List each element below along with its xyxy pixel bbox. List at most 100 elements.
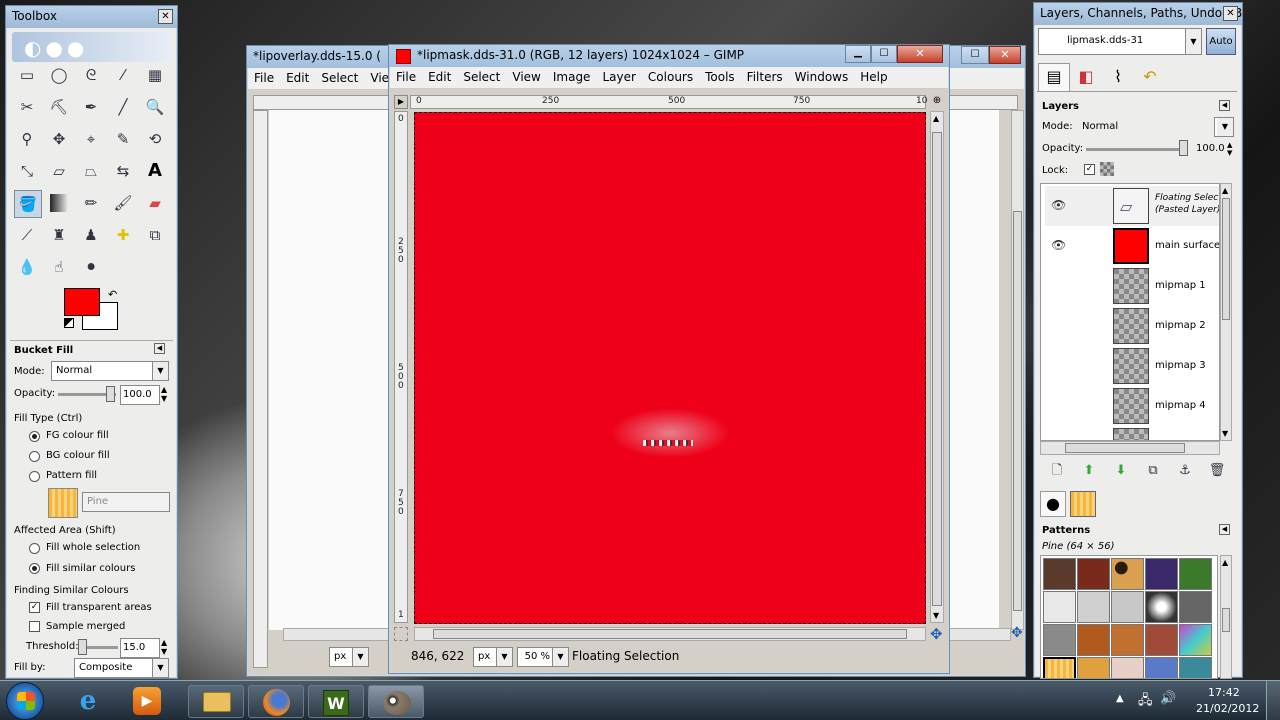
pattern-swatch[interactable] xyxy=(1077,657,1110,678)
align-icon[interactable]: ⌖ xyxy=(80,128,102,150)
pattern-swatch[interactable] xyxy=(1145,624,1178,656)
lipmask-vscroll[interactable]: ▲ ▼ xyxy=(930,111,944,623)
lipmask-window[interactable]: *lipmask.dds-31.0 (RGB, 12 layers) 1024x… xyxy=(388,44,950,674)
menu-image[interactable]: Image xyxy=(547,67,597,87)
tab-layers[interactable]: ▤ xyxy=(1038,63,1070,91)
clock-date[interactable]: 21/02/2012 xyxy=(1196,702,1259,715)
foreground-colour-swatch[interactable] xyxy=(64,288,100,316)
lower-layer-icon[interactable]: ⬇ xyxy=(1110,460,1132,482)
scale-icon[interactable]: ⤡ xyxy=(16,160,38,182)
threshold-value-input[interactable]: 15.0 xyxy=(120,638,160,658)
toolbox-close-button[interactable]: ✕ xyxy=(158,9,173,24)
internet-explorer-icon[interactable]: e xyxy=(70,684,106,718)
volume-icon[interactable]: 🔊 xyxy=(1160,691,1176,706)
eye-icon[interactable]: 👁 xyxy=(1051,238,1066,252)
media-player-icon[interactable]: ▶ xyxy=(133,687,161,715)
quick-mask-icon[interactable] xyxy=(394,627,408,641)
scissors-icon[interactable]: ✂ xyxy=(16,96,38,118)
taskbar-gimp[interactable] xyxy=(368,685,424,718)
select-by-colour-icon[interactable]: ▦ xyxy=(144,64,166,86)
menu-file[interactable]: File xyxy=(390,67,422,87)
layer-row[interactable]: 👁 main surface xyxy=(1045,226,1219,266)
taskbar-wordpad[interactable]: W xyxy=(308,685,364,718)
lipmask-vscroll-thumb[interactable] xyxy=(932,132,942,606)
rotate-icon[interactable]: ⟲ xyxy=(144,128,166,150)
layer-list-hscroll-thumb[interactable] xyxy=(1065,443,1185,453)
lipoverlay-vscroll-thumb[interactable] xyxy=(1013,211,1022,611)
pattern-swatch[interactable] xyxy=(1111,558,1144,590)
image-canvas[interactable] xyxy=(414,112,926,624)
heal-icon[interactable]: ✚ xyxy=(112,224,134,246)
layer-row[interactable]: mipmap 4 xyxy=(1045,386,1219,426)
show-desktop-button[interactable] xyxy=(1266,681,1280,720)
pattern-swatch[interactable] xyxy=(1077,591,1110,623)
layer-row[interactable]: mipmap 1 xyxy=(1045,266,1219,306)
auto-button[interactable]: Auto xyxy=(1206,28,1236,55)
toolbox-titlebar[interactable]: Toolbox xyxy=(6,6,177,28)
opacity-slider-handle[interactable] xyxy=(106,386,115,402)
lipoverlay-unit-select[interactable]: px ▼ xyxy=(329,647,369,667)
swap-colours-icon[interactable]: ↶ xyxy=(108,288,117,301)
pattern-swatch[interactable] xyxy=(1145,657,1178,678)
clock-time[interactable]: 17:42 xyxy=(1208,686,1240,699)
eye-icon[interactable]: 👁 xyxy=(1051,198,1066,212)
zoom-select[interactable]: 50 % ▼ xyxy=(517,647,569,667)
pattern-swatch[interactable] xyxy=(1043,591,1076,623)
tab-patterns[interactable] xyxy=(1070,491,1096,517)
menu-edit[interactable]: Edit xyxy=(422,67,457,87)
chevron-down-icon[interactable]: ▼ xyxy=(1222,429,1228,438)
pattern-swatch[interactable] xyxy=(1145,558,1178,590)
layer-mode-value[interactable]: Normal xyxy=(1082,121,1118,132)
lipoverlay-menu-file[interactable]: File xyxy=(248,68,280,88)
chevron-up-icon[interactable]: ▲ xyxy=(1222,186,1228,195)
layer-list-hscroll[interactable] xyxy=(1040,441,1220,455)
move-icon[interactable]: ✥ xyxy=(48,128,70,150)
threshold-spin-icon[interactable]: ▲ ▼ xyxy=(161,638,167,656)
lipoverlay-maximize-button[interactable]: ☐ xyxy=(961,46,989,64)
bg-fill-radio[interactable] xyxy=(29,451,40,462)
fill-similar-colours-radio[interactable] xyxy=(29,563,40,574)
lipoverlay-menu-select[interactable]: Select xyxy=(315,68,364,88)
pencil-icon[interactable]: ✏ xyxy=(80,192,102,214)
ruler-corner-button[interactable]: ▶ xyxy=(394,95,408,109)
layer-opacity-value[interactable]: 100.0 xyxy=(1196,143,1225,154)
raise-layer-icon[interactable]: ⬆ xyxy=(1078,460,1100,482)
menu-layer[interactable]: Layer xyxy=(596,67,641,87)
layer-opacity-track[interactable] xyxy=(1086,148,1181,151)
layer-row[interactable] xyxy=(1045,426,1219,440)
colour-picker-icon[interactable]: ╱ xyxy=(112,96,134,118)
anchor-layer-icon[interactable]: ⚓ xyxy=(1174,460,1196,482)
lipoverlay-close-button[interactable]: ✕ xyxy=(989,46,1021,64)
blur-icon[interactable]: 💧 xyxy=(16,256,38,278)
menu-windows[interactable]: Windows xyxy=(789,67,855,87)
lipmask-minimize-button[interactable]: ▁ xyxy=(845,45,871,63)
fill-whole-selection-radio[interactable] xyxy=(29,543,40,554)
pattern-swatch[interactable] xyxy=(1179,591,1212,623)
chevron-up-icon[interactable]: ▲ xyxy=(1222,558,1228,567)
show-hidden-icons-icon[interactable]: ▲ xyxy=(1116,693,1124,704)
pattern-swatch[interactable] xyxy=(1043,624,1076,656)
perspective-clone-icon[interactable]: ⧉ xyxy=(144,224,166,246)
opacity-value-input[interactable]: 100.0 xyxy=(120,385,160,405)
network-icon[interactable]: 🖧 xyxy=(1138,691,1153,713)
layer-list-vscroll[interactable]: ▲ ▼ xyxy=(1220,183,1232,441)
pattern-swatch[interactable] xyxy=(1111,657,1144,678)
pattern-grid-vscroll-thumb[interactable] xyxy=(1222,608,1230,632)
eraser-icon[interactable]: ▰ xyxy=(144,192,166,214)
menu-tools[interactable]: Tools xyxy=(699,67,741,87)
layer-mode-select[interactable]: ▼ xyxy=(1214,117,1234,137)
blend-icon[interactable] xyxy=(50,194,68,212)
pattern-swatch[interactable] xyxy=(1043,558,1076,590)
flip-icon[interactable]: ⇆ xyxy=(112,160,134,182)
duplicate-layer-icon[interactable]: ⧉ xyxy=(1142,460,1164,482)
rect-select-icon[interactable]: ▭ xyxy=(16,64,38,86)
pattern-swatch[interactable] xyxy=(1077,624,1110,656)
paths-icon[interactable]: ✒ xyxy=(80,96,102,118)
tab-undo[interactable]: ↶ xyxy=(1134,65,1166,91)
layer-opacity-spin-icon[interactable]: ▲ ▼ xyxy=(1227,141,1232,157)
fg-fill-radio[interactable] xyxy=(29,431,40,442)
menu-help[interactable]: Help xyxy=(854,67,893,87)
lock-alpha-icon[interactable] xyxy=(1100,162,1114,176)
tab-channels[interactable]: ◧ xyxy=(1070,65,1102,91)
dock-close-button[interactable]: ✕ xyxy=(1223,6,1238,21)
